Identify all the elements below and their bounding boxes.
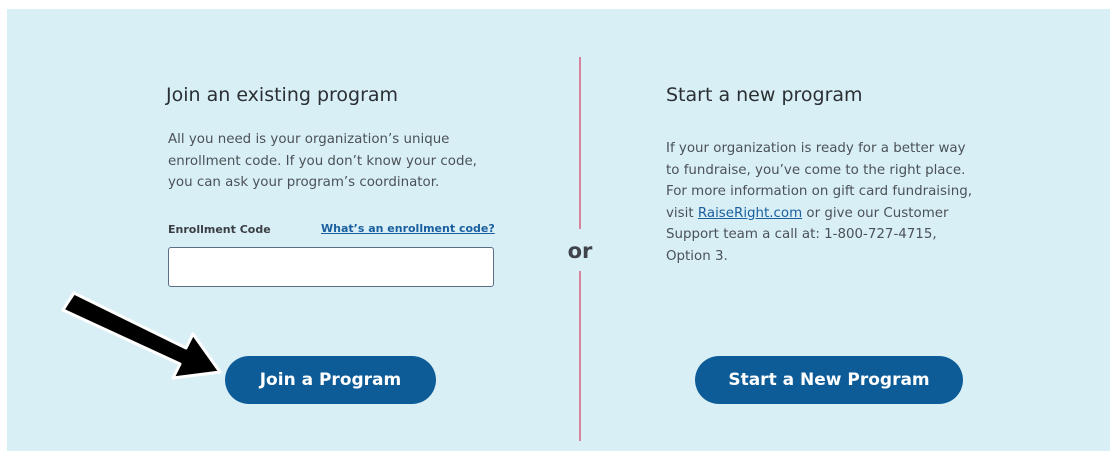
join-description-line: enrollment code. If you don’t know your … <box>168 153 477 169</box>
start-new-program-button[interactable]: Start a New Program <box>695 356 963 404</box>
or-label: or <box>567 239 593 263</box>
raiseright-link[interactable]: RaiseRight.com <box>698 206 802 221</box>
join-description-line: you can ask your program’s coordinator. <box>168 175 440 190</box>
start-description-line: Option 3. <box>666 248 728 264</box>
start-description-line: For more information on gift card fundra… <box>666 184 972 199</box>
start-new-description: If your organization is ready for a bett… <box>666 138 1046 267</box>
visit-suffix: or give our Customer <box>802 205 949 221</box>
visit-prefix: visit <box>666 205 698 221</box>
enrollment-code-label: Enrollment Code <box>168 223 271 236</box>
enrollment-code-input[interactable] <box>168 247 494 287</box>
start-description-line: If your organization is ready for a bett… <box>666 141 966 156</box>
join-existing-title: Join an existing program <box>166 84 399 106</box>
arrow-pointer-icon <box>61 291 222 380</box>
enrollment-code-help-link[interactable]: What’s an enrollment code? <box>321 222 495 235</box>
join-existing-description: All you need is your organization’s uniq… <box>168 129 528 194</box>
start-description-line: to fundraise, you’ve come to the right p… <box>666 162 966 178</box>
divider-line-top <box>579 57 581 229</box>
join-program-button[interactable]: Join a Program <box>225 356 436 404</box>
start-new-title: Start a new program <box>666 84 863 106</box>
start-description-line-visit: visit RaiseRight.com or give our Custome… <box>666 203 1046 225</box>
join-description-line: All you need is your organization’s uniq… <box>168 132 450 147</box>
start-description-line: Support team a call at: 1-800-727-4715, <box>666 227 937 242</box>
divider-line-bottom <box>579 271 581 441</box>
